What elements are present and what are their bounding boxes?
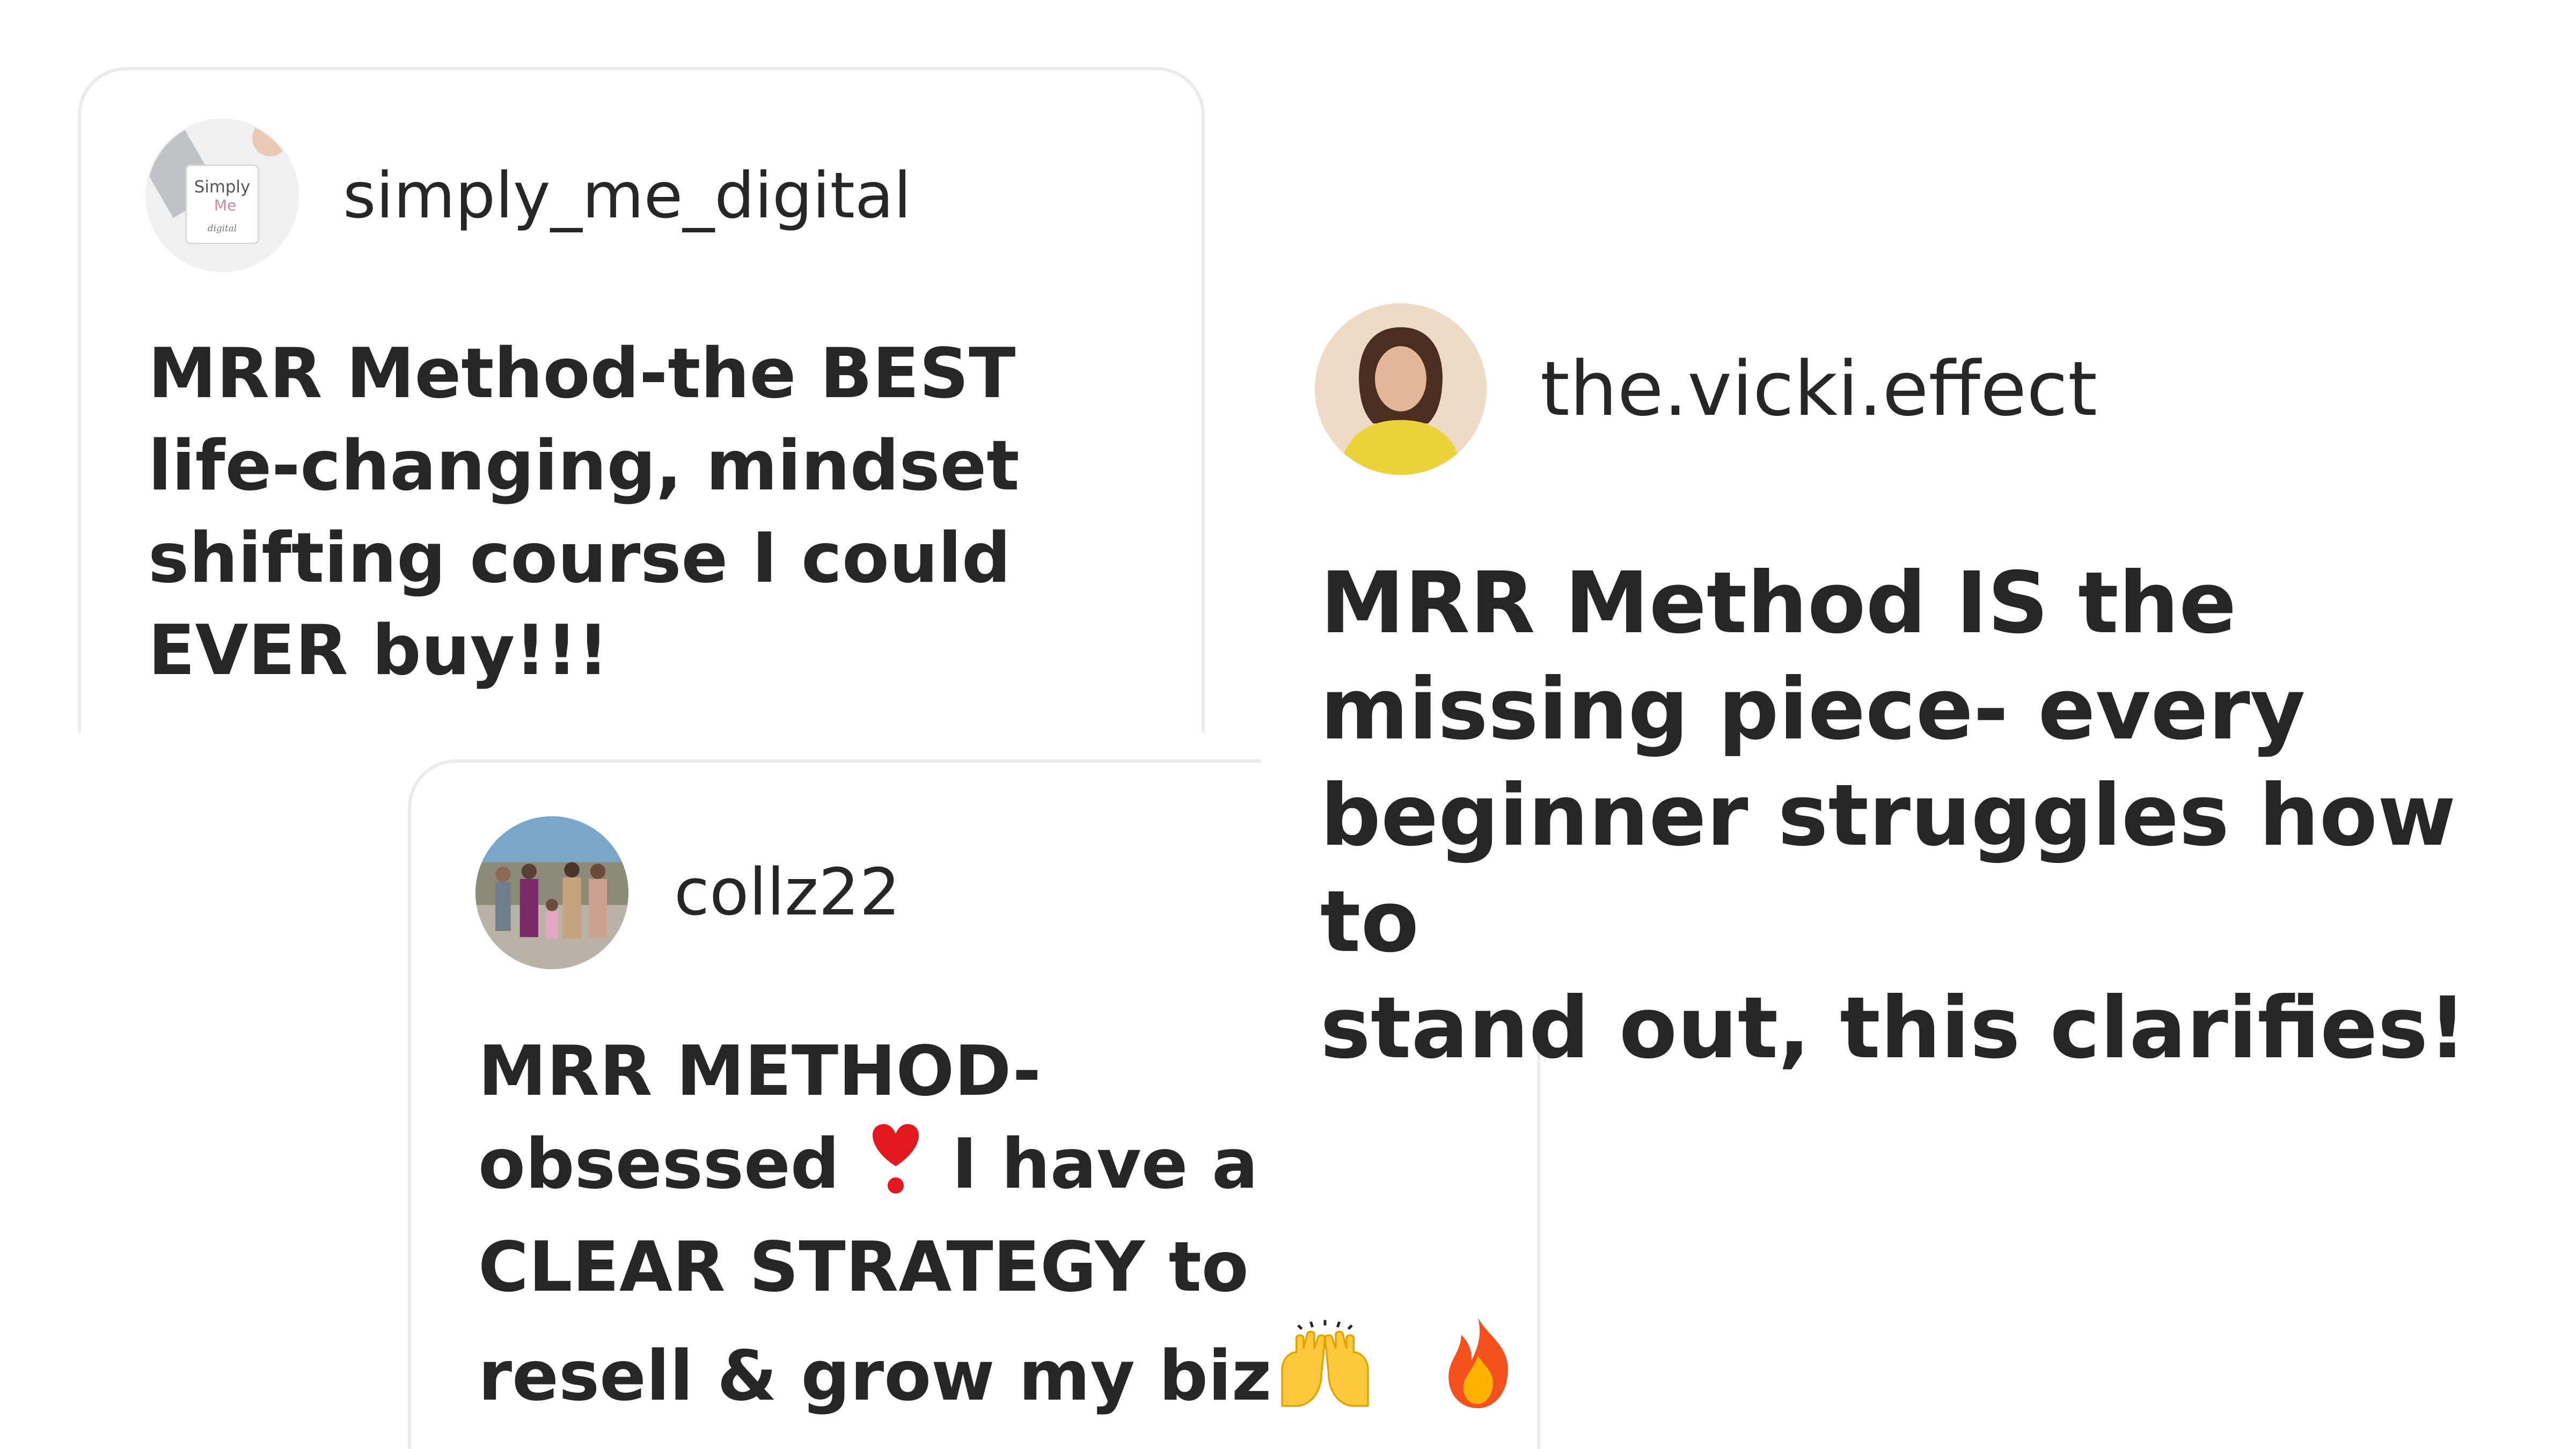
avatar[interactable] <box>475 816 628 969</box>
comment-line-text: obsessed <box>478 1124 840 1204</box>
avatar-logo-line-3: digital <box>208 223 237 233</box>
raising-hands-emoji <box>1271 1319 1379 1433</box>
family-group-photo-avatar <box>475 816 628 969</box>
comment-line: EVER buy!!! <box>148 611 609 691</box>
comment-text: MRR Method IS the missing piece- every b… <box>1320 550 2522 1081</box>
comment-line: CLEAR STRATEGY to <box>478 1227 1249 1307</box>
comment-header: the.vicki.effect <box>1315 303 2097 475</box>
comment-line: beginner struggles how to <box>1320 766 2456 971</box>
username[interactable]: simply_me_digital <box>343 158 911 232</box>
comment-line: MRR Method-the BEST <box>148 334 1016 414</box>
comment-text: MRR Method-the BEST life-changing, minds… <box>148 328 1195 697</box>
avatar-logo-line-1: Simply <box>194 177 250 196</box>
comment-line: missing piece- every <box>1320 660 2306 759</box>
avatar[interactable]: Simply Me digital <box>145 119 299 272</box>
comment-header: Simply Me digital simply_me_digital <box>145 119 911 272</box>
comment-header: collz22 <box>475 816 901 969</box>
woman-yellow-sweater-avatar <box>1315 303 1487 475</box>
avatar[interactable] <box>1315 303 1487 475</box>
username[interactable]: the.vicki.effect <box>1540 346 2097 433</box>
comment-card: Simply Me digital simply_me_digital MRR … <box>78 67 1205 733</box>
comment-line-text: resell & grow my biz <box>478 1336 1272 1416</box>
fire-emoji <box>1435 1314 1521 1433</box>
comment-line: stand out, this clarifies! <box>1320 979 2467 1078</box>
heart-exclamation-emoji <box>863 1118 928 1221</box>
comment-line: MRR Method IS the <box>1320 554 2237 653</box>
avatar-logo-line-2: Me <box>214 196 236 214</box>
comment-line: life-changing, mindset <box>148 426 1020 506</box>
comment-line-text: I have a <box>952 1124 1258 1204</box>
simply-me-digital-logo-avatar: Simply Me digital <box>147 120 297 270</box>
comment-line: shifting course I could <box>148 518 1011 598</box>
comment-line: resell & grow my biz <box>478 1314 1530 1433</box>
username[interactable]: collz22 <box>674 855 901 930</box>
comment-text: MRR METHOD- obsessed I have a CLEAR STRA… <box>478 1026 1530 1433</box>
comment-card: the.vicki.effect MRR Method IS the missi… <box>1261 252 2533 1078</box>
comment-line: obsessed I have a <box>478 1118 1530 1221</box>
